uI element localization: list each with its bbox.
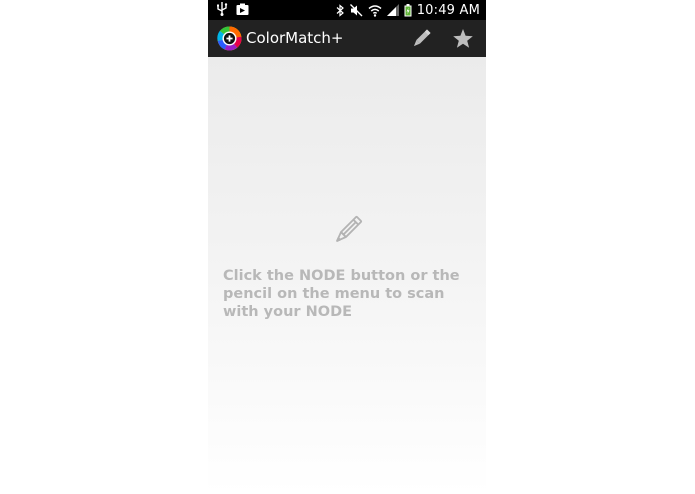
star-icon[interactable]: [451, 27, 475, 51]
wifi-icon: [368, 4, 382, 17]
mute-icon: [349, 3, 363, 16]
pencil-icon: [336, 216, 362, 242]
action-bar: ColorMatch+: [208, 20, 486, 57]
empty-state-message: Click the NODE button or the pencil on t…: [223, 268, 460, 320]
main-content: Click the NODE button or the pencil on t…: [208, 57, 486, 494]
battery-charging-icon: [404, 3, 412, 16]
phone-screen: 10:49 AM ColorMatch+ Click the NODE butt…: [208, 0, 486, 494]
status-bar: 10:49 AM: [208, 0, 486, 20]
screenshot-notification-icon: [236, 3, 249, 15]
pencil-icon[interactable]: [409, 27, 433, 51]
status-time: 10:49 AM: [416, 2, 480, 18]
bluetooth-icon: [336, 3, 344, 17]
app-title: ColorMatch+: [246, 29, 344, 47]
colormatch-logo-icon[interactable]: [217, 26, 242, 51]
status-right-icons: 10:49 AM: [336, 1, 480, 19]
usb-icon: [217, 2, 228, 16]
signal-icon: [386, 4, 399, 16]
status-left-icons: [216, 2, 249, 16]
